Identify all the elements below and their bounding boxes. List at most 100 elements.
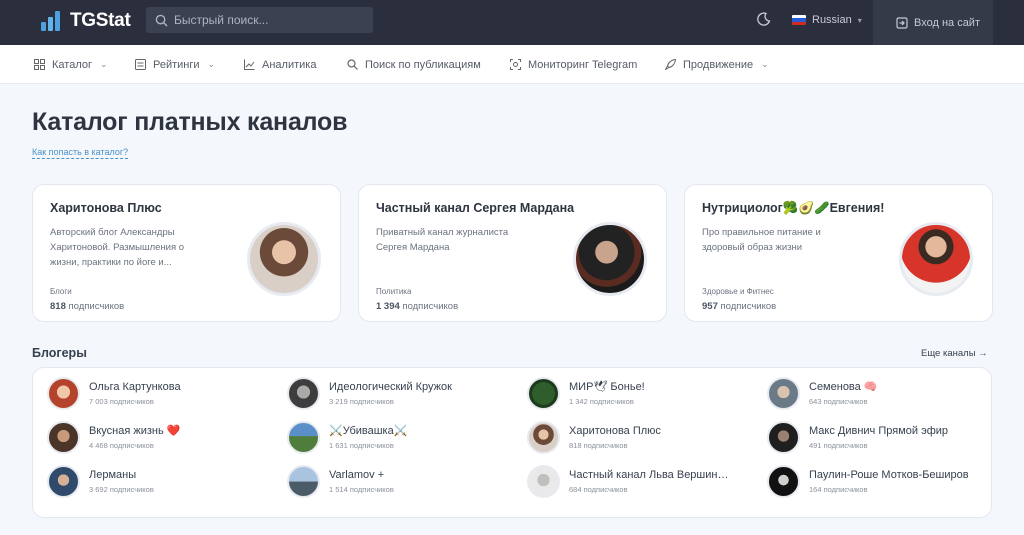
avatar	[47, 420, 80, 454]
moon-icon[interactable]	[757, 12, 771, 26]
channel-subscribers: 643 подписчиков	[809, 397, 868, 406]
channel-subscribers: 491 подписчиков	[809, 440, 868, 450]
list-item[interactable]: Varlamov + 1 514 подписчиков	[287, 464, 394, 498]
channel-name: Харитонова Плюс	[569, 424, 661, 437]
card-title: Харитонова Плюс	[50, 201, 162, 215]
channel-name: Лерманы	[89, 468, 137, 481]
card-category: Блоги	[50, 287, 72, 296]
featured-card[interactable]: Частный канал Сергея Мардана Приватный к…	[358, 184, 667, 322]
avatar	[527, 464, 560, 498]
subs-count: 818	[50, 301, 66, 312]
card-title: Частный канал Сергея Мардана	[376, 201, 575, 215]
channel-subscribers: 3 219 подписчиков	[329, 396, 394, 406]
channel-name: Паулин-Роше Мотков-Беширов	[809, 468, 969, 481]
chevron-down-icon: ⌄	[761, 59, 769, 69]
login-label: Вход на сайт	[914, 16, 980, 29]
nav-analytics[interactable]: Аналитика	[244, 45, 316, 84]
list-item[interactable]: Ольга Картункова 7 003 подписчиков	[47, 376, 181, 410]
section-title: Блогеры	[32, 346, 87, 360]
chevron-down-icon: ⌄	[207, 59, 216, 69]
list-item[interactable]: Лерманы 3 692 подписчиков	[47, 464, 154, 498]
channel-subscribers: 684 подписчиков	[569, 484, 628, 494]
top-bar: TGStat Russian ▾ Вход на сайт	[0, 0, 1024, 45]
featured-card[interactable]: Нутрициолог🥦🥑🥒Евгения! Про правильное пи…	[684, 184, 993, 322]
card-title: Нутрициолог🥦🥑🥒Евгения!	[702, 201, 885, 215]
chevron-down-icon: ▾	[857, 15, 862, 25]
channel-subscribers: 1 342 подписчиков	[569, 397, 634, 406]
channel-name: Идеологический Кружок	[329, 380, 452, 393]
nav-label: Продвижение	[683, 58, 754, 71]
card-description: Про правильное питание и здоровый образ …	[702, 227, 821, 253]
main-nav: Каталог ⌄ Рейтинги ⌄ Аналитика Поиск по …	[0, 45, 1024, 84]
language-selector[interactable]: Russian ▾	[792, 14, 862, 26]
list-item[interactable]: Вкусная жизнь ❤️ 4 468 подписчиков	[47, 420, 180, 454]
nav-ratings[interactable]: Рейтинги ⌄	[135, 45, 215, 84]
subs-count: 957	[702, 301, 718, 312]
channel-name: Вкусная жизнь ❤️	[89, 425, 181, 437]
channel-name: Частный канал Льва Вершинина	[569, 468, 729, 481]
channel-subscribers: 1 514 подписчиков	[329, 484, 394, 494]
grid-icon	[34, 59, 45, 70]
channel-name: ⚔️Убивашка⚔️	[329, 425, 408, 437]
subs-label: подписчиков	[720, 301, 777, 312]
login-icon	[896, 16, 908, 29]
how-to-join-link[interactable]: Как попасть в каталог?	[32, 147, 129, 159]
channel-subscribers: 7 003 подписчиков	[89, 396, 154, 406]
card-category: Политика	[376, 287, 412, 296]
search-box[interactable]	[146, 7, 373, 33]
channel-name: Макс Дивнич Прямой эфир	[809, 424, 949, 437]
avatar	[527, 376, 560, 410]
list-item[interactable]: Семенова 🧠 643 подписчиков	[767, 376, 878, 410]
card-description: Приватный канал журналиста Сергея Мардан…	[376, 227, 509, 253]
card-subscribers: 1 394 подписчиков	[376, 301, 458, 312]
channel-subscribers: 3 692 подписчиков	[89, 484, 154, 494]
card-subscribers: 818 подписчиков	[50, 301, 124, 312]
avatar	[527, 420, 560, 454]
nav-catalog[interactable]: Каталог ⌄	[34, 45, 108, 84]
list-item[interactable]: Паулин-Роше Мотков-Беширов 164 подписчико…	[767, 464, 969, 498]
subs-label: подписчиков	[68, 301, 125, 312]
list-item[interactable]: Харитонова Плюс 818 подписчиков	[527, 420, 661, 454]
nav-label: Аналитика	[262, 58, 317, 71]
avatar	[899, 222, 973, 296]
nav-monitoring[interactable]: Мониторинг Telegram	[510, 45, 637, 84]
list-item[interactable]: МИР🕊 Боньe! 1 342 подписчиков	[527, 376, 645, 410]
channel-name: Ольга Картункова	[89, 380, 181, 393]
subs-label: подписчиков	[402, 301, 459, 312]
card-subscribers: 957 подписчиков	[702, 301, 776, 312]
nav-promotion[interactable]: Продвижение ⌄	[665, 45, 769, 84]
logo[interactable]: TGStat	[41, 10, 131, 32]
avatar	[47, 376, 80, 410]
bloggers-panel: Ольга Картункова 7 003 подписчиков Идеоло…	[32, 367, 992, 518]
channel-subscribers: 818 подписчиков	[569, 440, 628, 450]
avatar	[287, 376, 320, 410]
chart-icon	[244, 59, 255, 70]
avatar	[767, 376, 800, 410]
list-item[interactable]: Макс Дивнич Прямой эфир 491 подписчиков	[767, 420, 948, 454]
search-input[interactable]	[174, 13, 364, 27]
nav-label: Поиск по публикациям	[365, 58, 481, 71]
card-category: Здоровье и Фитнес	[702, 287, 774, 296]
list-item[interactable]: ⚔️Убивашка⚔️ 1 631 подписчиков	[287, 420, 407, 454]
avatar	[287, 464, 320, 498]
avatar	[573, 222, 647, 296]
more-channels-link[interactable]: Еще каналы →	[921, 348, 988, 359]
nav-post-search[interactable]: Поиск по публикациям	[347, 45, 481, 84]
logo-icon	[41, 11, 63, 31]
nav-label: Рейтинги	[153, 58, 200, 71]
nav-label: Каталог	[52, 58, 92, 71]
subs-count: 1 394	[376, 301, 400, 312]
rocket-icon	[665, 59, 676, 70]
list-item[interactable]: Частный канал Льва Вершинина 684 подписчи…	[527, 464, 729, 498]
channel-subscribers: 164 подписчиков	[809, 484, 868, 494]
channel-subscribers: 1 631 подписчиков	[329, 441, 394, 450]
channel-subscribers: 4 468 подписчиков	[89, 441, 154, 450]
list-item[interactable]: Идеологический Кружок 3 219 подписчиков	[287, 376, 452, 410]
login-button[interactable]: Вход на сайт	[873, 0, 993, 45]
channel-name: Семенова 🧠	[809, 381, 878, 393]
avatar	[247, 222, 321, 296]
featured-card[interactable]: Харитонова Плюс Авторский блог Александр…	[32, 184, 341, 322]
card-description: Авторский блог Александры Харитоновой. Р…	[50, 227, 185, 268]
avatar	[287, 420, 320, 454]
search-icon	[155, 14, 168, 27]
